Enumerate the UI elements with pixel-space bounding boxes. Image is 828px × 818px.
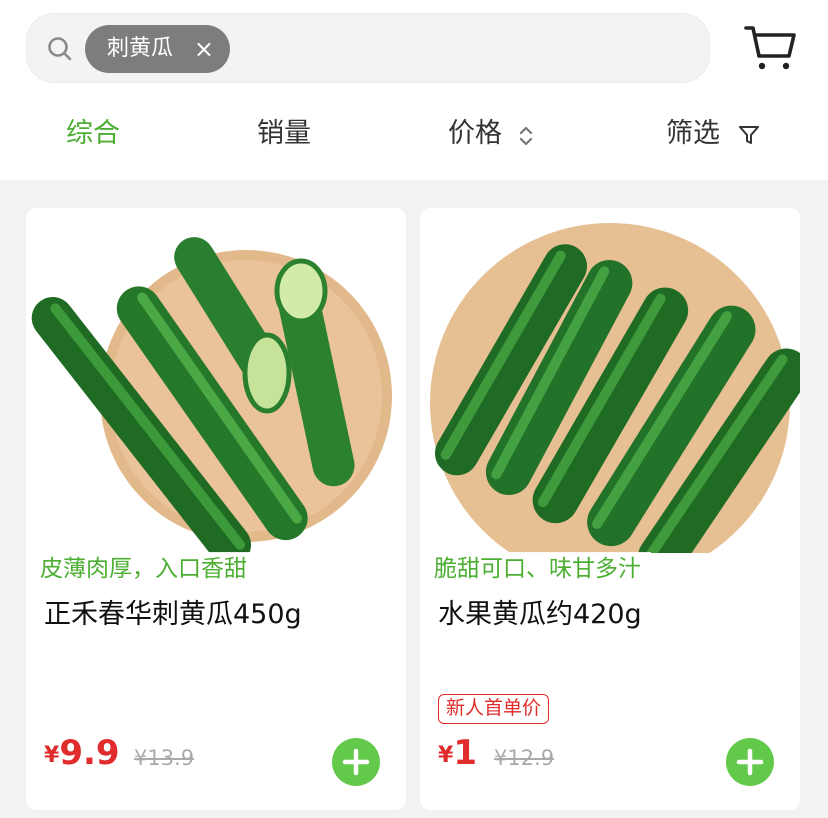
product-slogan: 脆甜可口、味甘多汁 [434, 552, 651, 586]
product-card[interactable]: 皮薄肉厚，入口香甜 正禾春华刺黄瓜450g ¥9.9 ¥13.9 [26, 208, 406, 810]
tab-filter[interactable]: 筛选 [666, 112, 720, 156]
search-keyword-label: 刺黄瓜 [107, 36, 174, 61]
price-amount: 1 [453, 733, 477, 773]
search-icon [48, 37, 72, 61]
filter-icon [739, 126, 759, 144]
close-icon[interactable]: × [194, 25, 214, 73]
product-image [420, 208, 800, 553]
top-header: 刺黄瓜 × 综合 销量 价格 筛选 [0, 0, 828, 180]
tab-price[interactable]: 价格 [448, 112, 502, 156]
product-name[interactable]: 正禾春华刺黄瓜450g [44, 595, 302, 635]
product-slogan: 皮薄肉厚，入口香甜 [40, 552, 257, 586]
add-to-cart-button[interactable] [332, 738, 380, 786]
tab-comprehensive[interactable]: 综合 [66, 112, 120, 156]
price: ¥9.9 [44, 733, 120, 783]
product-card[interactable]: 脆甜可口、味甘多汁 水果黄瓜约420g 新人首单价 ¥1 ¥12.9 [420, 208, 800, 810]
original-price: ¥13.9 [134, 746, 195, 770]
currency-symbol: ¥ [438, 743, 454, 768]
add-to-cart-button[interactable] [726, 738, 774, 786]
tab-sales[interactable]: 销量 [257, 112, 311, 156]
sort-arrows-icon [519, 126, 533, 146]
product-image [26, 208, 406, 553]
currency-symbol: ¥ [44, 743, 60, 768]
plus-icon [342, 748, 370, 776]
original-price: ¥12.9 [494, 746, 555, 770]
price-amount: 9.9 [59, 733, 120, 773]
cart-icon[interactable] [743, 22, 797, 72]
price: ¥1 [438, 733, 477, 783]
search-keyword-chip[interactable]: 刺黄瓜 × [85, 25, 230, 73]
search-bar[interactable]: 刺黄瓜 × [26, 13, 710, 83]
plus-icon [736, 748, 764, 776]
new-user-price-badge: 新人首单价 [438, 694, 550, 724]
product-name[interactable]: 水果黄瓜约420g [438, 595, 642, 635]
